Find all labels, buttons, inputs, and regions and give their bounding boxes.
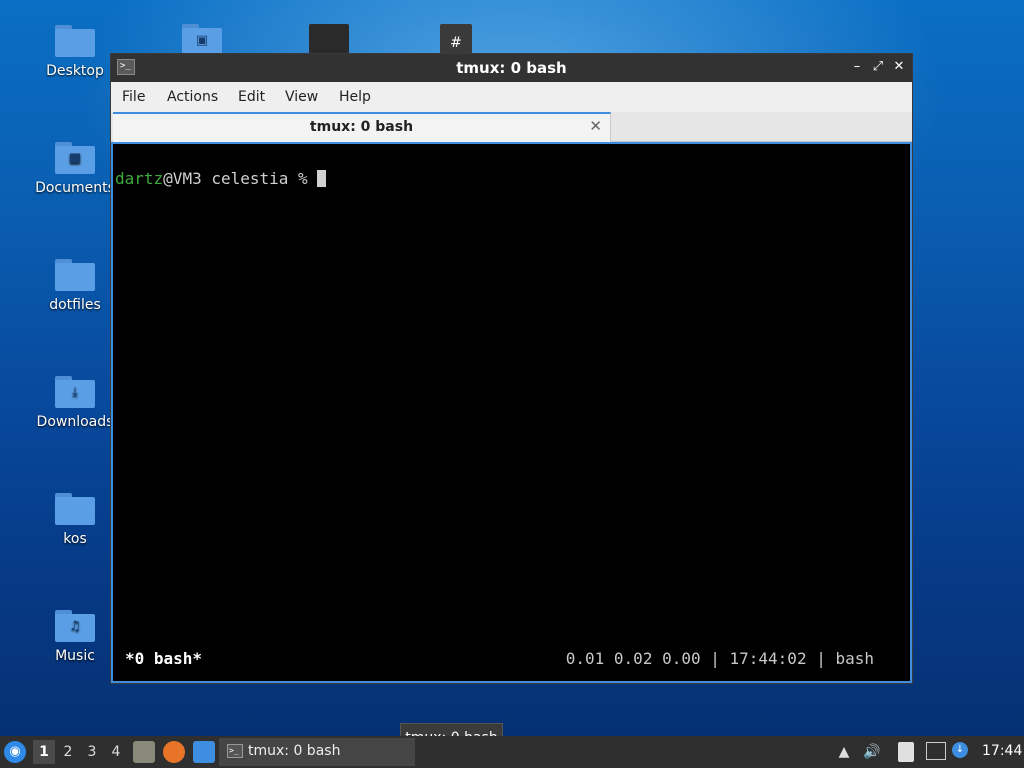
desktop-icon-label: kos	[63, 531, 87, 547]
desktop-icon-kos[interactable]: kos	[35, 493, 115, 547]
show-desktop-icon[interactable]	[193, 741, 215, 763]
task-button-label: tmux: 0 bash	[248, 743, 341, 759]
terminal-window: >_ tmux: 0 bash – ⤢ ✕ File Actions Edit …	[110, 53, 913, 684]
folder-icon	[55, 259, 95, 291]
documents-folder-icon: ■	[55, 142, 95, 174]
tab-tmux-bash[interactable]: tmux: 0 bash ✕	[113, 112, 611, 142]
menu-view[interactable]: View	[285, 89, 318, 105]
tmux-status-info: 0.01 0.02 0.00 | 17:44:02 | bash	[565, 649, 874, 668]
workspace-4[interactable]: 4	[105, 740, 127, 764]
clipboard-icon[interactable]	[898, 742, 914, 762]
folder-icon	[55, 493, 95, 525]
desktop-icon-documents[interactable]: ■ Documents	[35, 142, 115, 196]
update-notifier-icon[interactable]: ↓	[952, 742, 968, 758]
taskbar: ◉ 1 2 3 4 >_ tmux: 0 bash ▲ 🔊 ↓ 17:44	[0, 736, 1024, 768]
app-menu-icon[interactable]: ◉	[4, 741, 26, 763]
spreadsheet-file-icon[interactable]: #	[440, 24, 472, 54]
desktop-icon-music[interactable]: ♫ Music	[35, 610, 115, 664]
workspace-2[interactable]: 2	[57, 740, 79, 764]
network-icon[interactable]	[926, 742, 946, 760]
file-manager-icon[interactable]	[133, 741, 155, 763]
desktop-icon-downloads[interactable]: ⤓ Downloads	[35, 376, 115, 430]
terminal-launcher-icon[interactable]	[309, 24, 349, 54]
terminal-icon: >_	[227, 744, 243, 758]
tab-bar: tmux: 0 bash ✕	[111, 112, 912, 142]
desktop-icon-label: Desktop	[46, 63, 104, 79]
window-title: tmux: 0 bash	[456, 59, 567, 77]
prompt-path: celestia %	[201, 169, 318, 188]
desktop-icon-label: dotfiles	[49, 297, 101, 313]
minimize-button[interactable]: –	[849, 59, 865, 75]
text-cursor	[317, 170, 327, 187]
terminal-area[interactable]: dartz@VM3 celestia % *0 bash* 0.01 0.02 …	[111, 142, 912, 683]
prompt-host: @VM3	[163, 169, 202, 188]
tmux-window-list: *0 bash*	[125, 649, 203, 668]
folder-icon	[55, 25, 95, 57]
menu-actions[interactable]: Actions	[167, 89, 218, 105]
tray-expand-icon[interactable]: ▲	[834, 742, 854, 762]
tab-close-icon[interactable]: ✕	[589, 117, 602, 135]
desktop-icon-dotfiles[interactable]: dotfiles	[35, 259, 115, 313]
prompt-user: dartz	[115, 169, 164, 188]
menu-edit[interactable]: Edit	[238, 89, 265, 105]
menubar: File Actions Edit View Help	[111, 82, 912, 112]
desktop-icon-desktop[interactable]: Desktop	[35, 25, 115, 79]
desktop-icon-label: Documents	[35, 180, 115, 196]
menu-file[interactable]: File	[122, 89, 145, 105]
downloads-folder-icon: ⤓	[55, 376, 95, 408]
desktop-icon-label: Downloads	[36, 414, 114, 430]
close-button[interactable]: ✕	[891, 59, 907, 75]
window-titlebar[interactable]: >_ tmux: 0 bash – ⤢ ✕	[111, 54, 912, 82]
firefox-icon[interactable]	[163, 741, 185, 763]
workspace-1[interactable]: 1	[33, 740, 55, 764]
volume-icon[interactable]: 🔊	[862, 742, 882, 762]
desktop-icon-label: Music	[55, 648, 95, 664]
shell-prompt: dartz@VM3 celestia %	[115, 169, 327, 188]
clock[interactable]: 17:44	[982, 743, 1022, 759]
menu-help[interactable]: Help	[339, 89, 371, 105]
music-folder-icon: ♫	[55, 610, 95, 642]
maximize-button[interactable]: ⤢	[870, 59, 886, 75]
task-button-terminal[interactable]: >_ tmux: 0 bash	[219, 738, 415, 766]
workspace-3[interactable]: 3	[81, 740, 103, 764]
tab-label: tmux: 0 bash	[309, 119, 414, 135]
